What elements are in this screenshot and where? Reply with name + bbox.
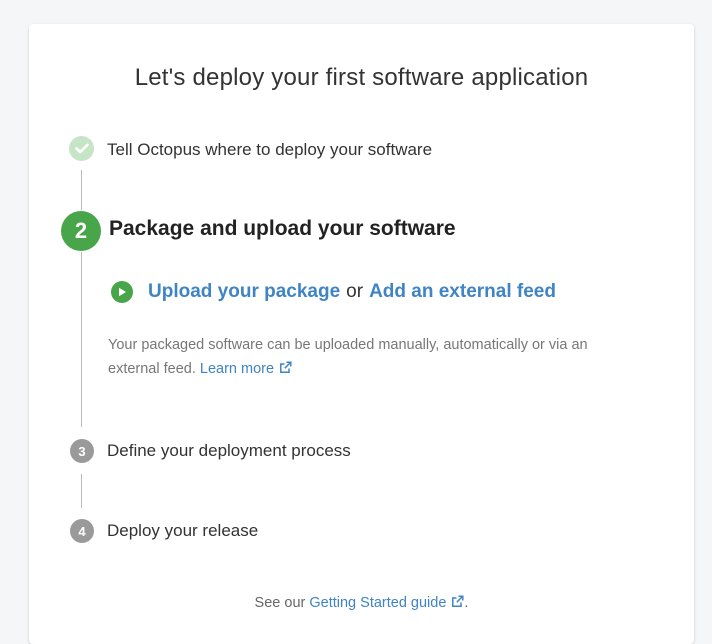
check-icon [74, 143, 89, 154]
step-4-label[interactable]: Deploy your release [107, 521, 258, 541]
step-2-label: Package and upload your software [109, 217, 456, 240]
footer-prefix: See our [254, 595, 306, 611]
step-3-label[interactable]: Define your deployment process [107, 441, 351, 461]
step-3-number: 3 [70, 439, 94, 463]
step-4-number: 4 [70, 519, 94, 543]
description-text: Your packaged software can be uploaded m… [108, 337, 588, 377]
footer-note: See our Getting Started guide . [29, 595, 694, 611]
play-icon [111, 281, 133, 303]
step-1-label[interactable]: Tell Octopus where to deploy your softwa… [107, 140, 432, 160]
onboarding-card: Let's deploy your first software applica… [29, 24, 694, 644]
step-connector-1 [81, 170, 82, 210]
page-title: Let's deploy your first software applica… [134, 64, 589, 91]
or-text: or [346, 281, 364, 302]
getting-started-link[interactable]: Getting Started guide [309, 595, 464, 611]
footer-suffix: . [464, 595, 469, 611]
step-2-actions: Upload your package or Add an external f… [111, 281, 556, 303]
step-connector-2 [81, 252, 82, 427]
learn-more-label: Learn more [199, 361, 275, 377]
learn-more-link[interactable]: Learn more [200, 361, 292, 377]
step-connector-3 [81, 474, 82, 508]
external-link-icon [452, 595, 464, 607]
step-2-number: 2 [61, 211, 101, 251]
getting-started-label: Getting Started guide [309, 595, 447, 611]
upload-package-link[interactable]: Upload your package [148, 281, 340, 303]
step-complete-badge [69, 136, 94, 161]
add-external-feed-link[interactable]: Add an external feed [369, 281, 556, 303]
external-link-icon [280, 361, 292, 373]
step-2-description: Your packaged software can be uploaded m… [108, 333, 638, 381]
